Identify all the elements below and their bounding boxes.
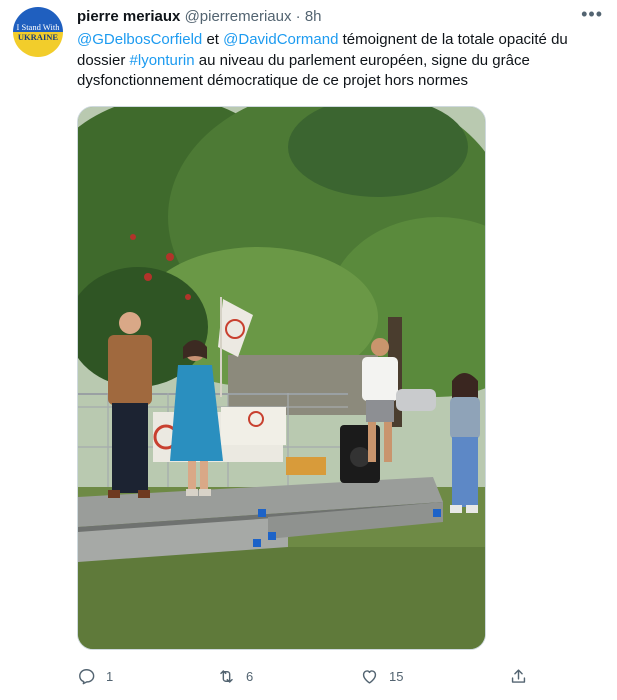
share-button[interactable] xyxy=(509,662,528,690)
share-icon xyxy=(511,668,526,683)
reply-button[interactable]: 1 xyxy=(77,662,113,690)
tweet-photo[interactable] xyxy=(77,106,486,650)
tweet-text: @GDelbosCorfield et @DavidCormand témoig… xyxy=(77,30,602,92)
retweet-count: 6 xyxy=(246,668,254,684)
photo-scene xyxy=(78,107,485,649)
avatar-text-top: I Stand With xyxy=(16,22,60,32)
avatar[interactable]: I Stand With UKRAINE xyxy=(13,7,63,57)
like-icon xyxy=(362,669,377,684)
retweet-icon xyxy=(220,669,233,683)
avatar-text-bottom: UKRAINE xyxy=(17,32,59,42)
user-handle[interactable]: @pierremeriaux xyxy=(185,8,292,25)
hashtag-link[interactable]: #lyonturin xyxy=(130,52,195,69)
timestamp[interactable]: 8h xyxy=(305,8,322,25)
display-name[interactable]: pierre meriaux xyxy=(77,8,180,25)
tweet-text-part: et xyxy=(202,31,224,48)
separator-dot: · xyxy=(295,8,301,25)
mention-link[interactable]: @DavidCormand xyxy=(223,31,338,48)
retweet-button[interactable]: 6 xyxy=(217,662,253,690)
like-button[interactable]: 15 xyxy=(360,662,403,690)
like-count: 15 xyxy=(389,668,404,684)
mention-link[interactable]: @GDelbosCorfield xyxy=(77,31,202,48)
action-bar: 1 6 15 xyxy=(77,662,537,690)
reply-count: 1 xyxy=(106,668,114,684)
more-icon[interactable]: ••• xyxy=(581,4,603,25)
tweet-header: pierre meriaux @pierremeriaux · 8h xyxy=(77,7,322,27)
reply-icon xyxy=(79,668,95,684)
